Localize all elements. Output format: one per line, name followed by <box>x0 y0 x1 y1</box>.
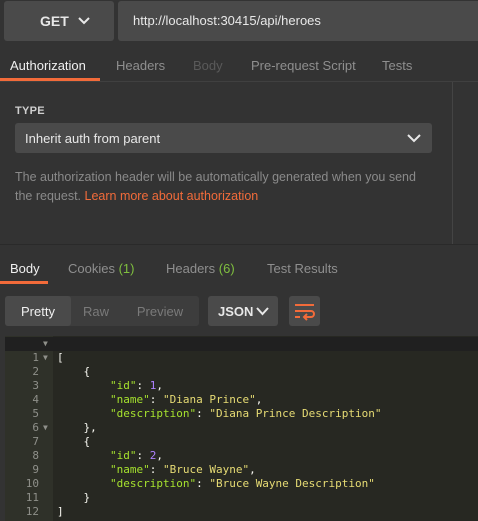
chevron-down-icon <box>407 134 421 143</box>
active-tab-indicator <box>0 78 100 81</box>
tab-response-headers[interactable]: Headers (6) <box>166 261 235 276</box>
tab-authorization[interactable]: Authorization <box>10 58 86 73</box>
url-input[interactable]: http://localhost:30415/api/heroes <box>118 1 478 41</box>
method-select[interactable]: GET <box>4 1 114 41</box>
tab-test-results[interactable]: Test Results <box>267 261 338 276</box>
chevron-down-icon <box>78 17 90 25</box>
auth-type-label: TYPE <box>15 105 45 117</box>
tab-headers[interactable]: Headers <box>116 58 165 73</box>
wrap-lines-button[interactable] <box>289 296 320 326</box>
code-line: 12] <box>5 491 478 518</box>
tab-pre-request-script[interactable]: Pre-request Script <box>251 58 356 73</box>
request-url-bar: GET http://localhost:30415/api/heroes <box>0 0 478 42</box>
response-tabs: Body Cookies (1) Headers (6) Test Result… <box>0 245 478 284</box>
code-line: 5 "description": "Diana Prince Descripti… <box>5 393 478 420</box>
wrap-lines-icon <box>295 304 315 321</box>
headers-count: (6) <box>218 261 235 276</box>
tab-headers-label: Headers <box>166 261 216 276</box>
code-line: 10 "description": "Bruce Wayne Descripti… <box>5 463 478 490</box>
fold-triangle-icon[interactable]: ▼ <box>43 421 48 435</box>
learn-more-link[interactable]: Learn more about authorization <box>85 189 259 203</box>
method-label: GET <box>40 13 69 29</box>
code-line: 6 }, <box>5 407 478 434</box>
language-select[interactable]: JSON <box>208 296 278 326</box>
raw-button[interactable]: Raw <box>71 296 121 326</box>
url-text: http://localhost:30415/api/heroes <box>133 13 321 28</box>
code-line: 9 "name": "Bruce Wayne", <box>5 449 478 476</box>
code-line: 3 "id": 1, <box>5 365 478 392</box>
preview-button[interactable]: Preview <box>125 296 195 326</box>
code-line: 2 ▼ { <box>5 351 478 378</box>
auth-type-select[interactable]: Inherit auth from parent <box>15 123 432 153</box>
request-tabs: Authorization Headers Body Pre-request S… <box>0 44 478 82</box>
tab-body[interactable]: Body <box>193 58 223 73</box>
line-number: 12 <box>25 505 39 518</box>
fold-triangle-icon[interactable]: ▼ <box>43 337 48 351</box>
cookies-count: (1) <box>118 261 135 276</box>
tab-cookies[interactable]: Cookies (1) <box>68 261 134 276</box>
code-line: 11 } <box>5 477 478 504</box>
chevron-down-icon <box>256 307 269 316</box>
panel-divider <box>452 82 453 244</box>
tab-cookies-label: Cookies <box>68 261 115 276</box>
code-line: 8 "id": 2, <box>5 435 478 462</box>
response-body-editor[interactable]: 1 ▼[ 2 ▼ { 3 "id": 1, 4 "name": "Diana Pri… <box>5 336 478 521</box>
auth-type-value: Inherit auth from parent <box>25 131 161 146</box>
pretty-button[interactable]: Pretty <box>5 296 71 326</box>
tab-tests[interactable]: Tests <box>382 58 412 73</box>
fold-triangle-icon[interactable]: ▼ <box>43 351 48 365</box>
active-response-tab-indicator <box>0 281 48 284</box>
tab-response-body[interactable]: Body <box>10 261 40 276</box>
code-line: 7 ▼ { <box>5 421 478 448</box>
language-label: JSON <box>218 304 254 319</box>
view-mode-group: Pretty Raw Preview <box>5 296 199 326</box>
code-line: 1 ▼[ <box>5 337 478 364</box>
auth-description: The authorization header will be automat… <box>15 168 435 206</box>
code-line: 4 "name": "Diana Prince", <box>5 379 478 406</box>
